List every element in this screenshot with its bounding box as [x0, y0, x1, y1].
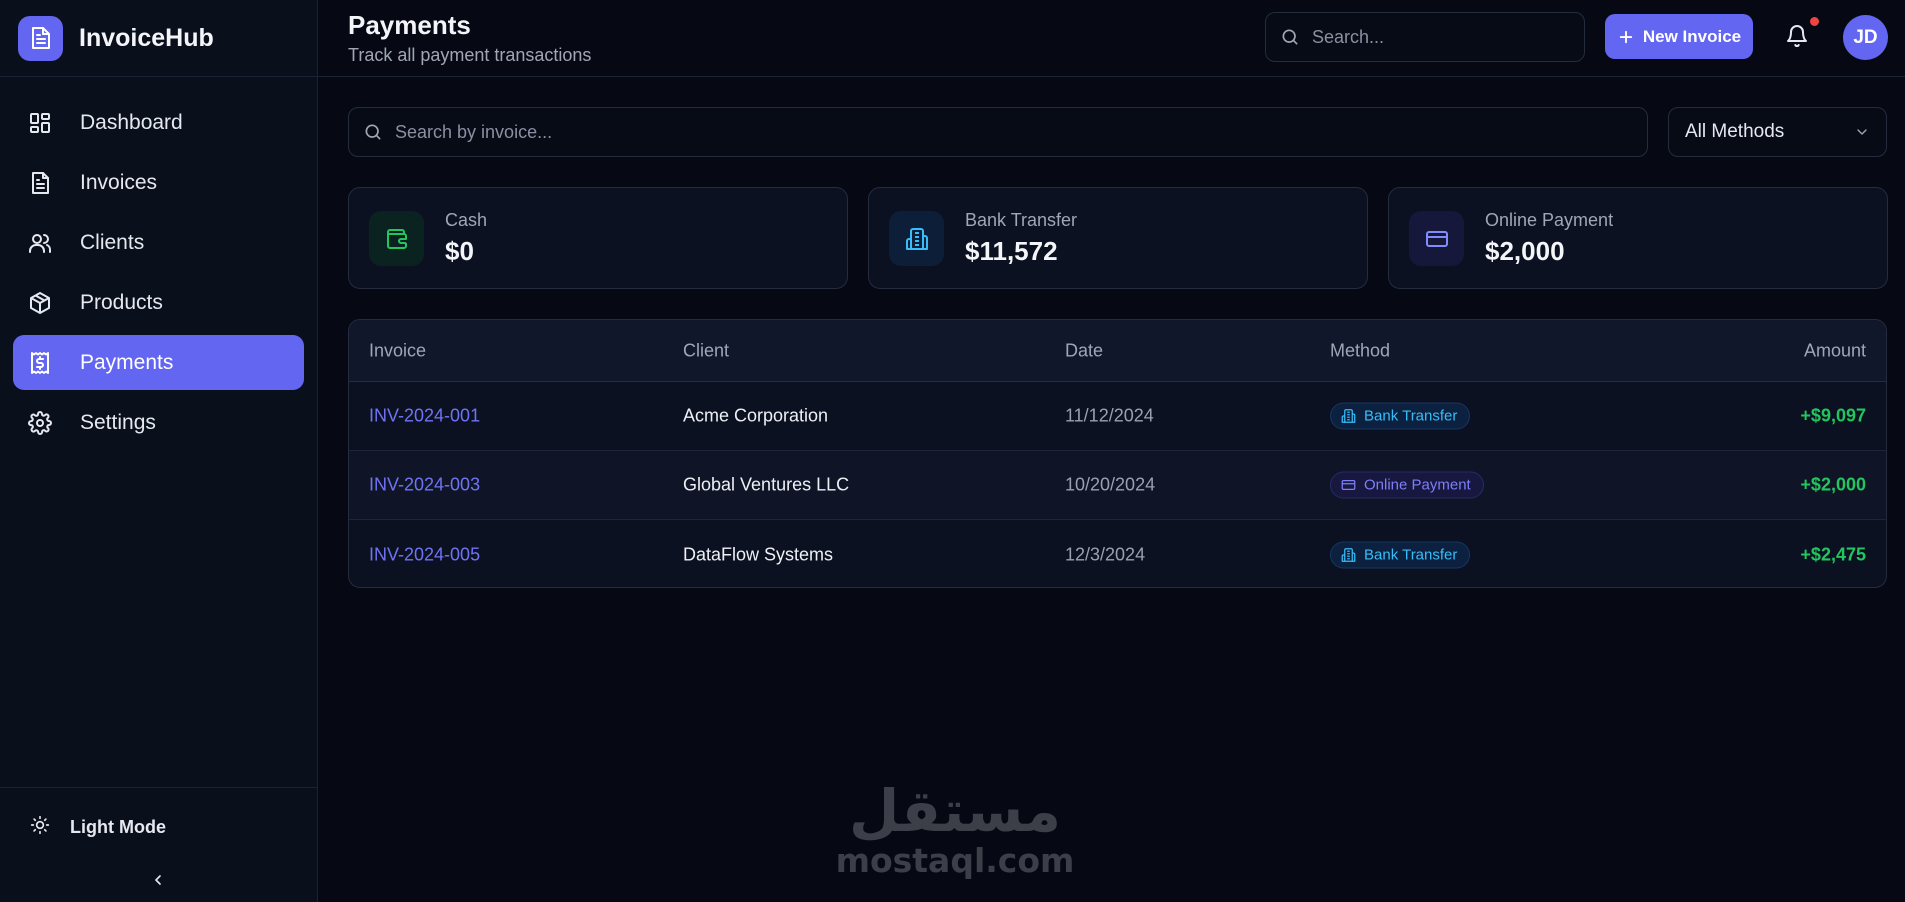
- invoice-link[interactable]: INV-2024-003: [369, 475, 480, 496]
- stat-card-cash: Cash $0: [348, 187, 848, 289]
- top-header: Payments Track all payment transactions …: [318, 0, 1905, 77]
- payment-amount: +$9,097: [1800, 405, 1866, 426]
- notifications-button[interactable]: [1785, 24, 1811, 50]
- method-badge-label: Bank Transfer: [1364, 407, 1458, 425]
- table-row[interactable]: INV-2024-005 DataFlow Systems 12/3/2024 …: [349, 520, 1886, 587]
- payment-date: 10/20/2024: [1065, 474, 1156, 495]
- sidebar-item-label: Clients: [80, 230, 145, 254]
- search-icon: [1282, 29, 1298, 45]
- sidebar-item-clients[interactable]: Clients: [13, 215, 304, 270]
- sidebar: InvoiceHub Dashboard Invoices Clients Pr…: [0, 0, 318, 902]
- column-header-client[interactable]: Client: [683, 340, 729, 361]
- watermark-latin: mostaql.com: [835, 841, 1075, 880]
- sidebar-item-label: Payments: [80, 350, 174, 374]
- sidebar-item-label: Products: [80, 290, 163, 314]
- client-name: Acme Corporation: [683, 405, 829, 426]
- table-row[interactable]: INV-2024-003 Global Ventures LLC 10/20/2…: [349, 451, 1886, 520]
- brand-name: InvoiceHub: [79, 23, 214, 52]
- stat-value: $11,572: [965, 236, 1058, 266]
- header-search: [1265, 12, 1585, 62]
- sidebar-nav: Dashboard Invoices Clients Products Paym…: [0, 95, 317, 450]
- column-header-date[interactable]: Date: [1065, 340, 1103, 361]
- sidebar-item-dashboard[interactable]: Dashboard: [13, 95, 304, 150]
- stat-value: $2,000: [1485, 236, 1565, 266]
- credit-card-icon: [1409, 211, 1464, 266]
- payments-table: Invoice Client Date Method Amount INV-20…: [348, 319, 1887, 588]
- dashboard-icon: [28, 111, 52, 135]
- brand[interactable]: InvoiceHub: [0, 0, 317, 77]
- payment-date: 12/3/2024: [1065, 544, 1146, 564]
- method-filter-value: All Methods: [1685, 121, 1785, 142]
- plus-icon: [1619, 30, 1633, 43]
- payment-amount: +$2,475: [1800, 544, 1866, 564]
- users-icon: [28, 231, 52, 255]
- method-cell: Bank Transfer: [1330, 402, 1471, 430]
- new-invoice-label: New Invoice: [1642, 26, 1742, 46]
- page-subtitle: Track all payment transactions: [348, 45, 592, 65]
- watermark-arabic: مستقل: [848, 777, 1062, 845]
- gear-icon: [28, 410, 52, 435]
- column-header-amount[interactable]: Amount: [1804, 340, 1866, 361]
- client-name: DataFlow Systems: [683, 544, 834, 564]
- stat-label: Online Payment: [1485, 210, 1614, 230]
- method-filter-select[interactable]: All Methods: [1668, 107, 1887, 157]
- invoice-logo-icon: [18, 15, 63, 61]
- app-window: InvoiceHub Dashboard Invoices Clients Pr…: [0, 0, 1905, 902]
- table-row[interactable]: INV-2024-001 Acme Corporation 11/12/2024…: [349, 382, 1886, 451]
- stat-card-online-payment: Online Payment $2,000: [1388, 187, 1888, 289]
- notification-dot: [1810, 17, 1819, 26]
- method-badge-label: Bank Transfer: [1364, 546, 1458, 563]
- sidebar-item-label: Dashboard: [80, 110, 183, 134]
- stat-value: $0: [445, 236, 474, 266]
- wallet-icon: [369, 211, 424, 266]
- payment-amount: +$2,000: [1800, 474, 1866, 495]
- sidebar-item-label: Settings: [80, 410, 156, 434]
- sidebar-item-label: Invoices: [80, 170, 158, 194]
- sidebar-item-payments[interactable]: Payments: [13, 335, 304, 390]
- column-header-method[interactable]: Method: [1330, 340, 1390, 361]
- theme-toggle-button[interactable]: Light Mode: [30, 815, 166, 840]
- stat-label: Cash: [445, 210, 488, 230]
- method-badge-label: Online Payment: [1364, 476, 1471, 494]
- method-badge: Online Payment: [1330, 471, 1484, 499]
- sidebar-item-settings[interactable]: Settings: [13, 395, 304, 450]
- stat-card-bank-transfer: Bank Transfer $11,572: [868, 187, 1368, 289]
- box-icon: [28, 291, 52, 315]
- building-icon: [1341, 547, 1356, 562]
- header-search-input[interactable]: [1312, 26, 1556, 48]
- sidebar-item-products[interactable]: Products: [13, 275, 304, 330]
- method-cell: Online Payment: [1330, 471, 1484, 499]
- avatar[interactable]: JD: [1843, 15, 1888, 60]
- table-header: Invoice Client Date Method Amount: [349, 320, 1886, 382]
- chevron-down-icon: [1857, 129, 1867, 135]
- chevron-left-icon: [155, 875, 161, 885]
- client-name: Global Ventures LLC: [683, 474, 850, 495]
- sun-icon: [30, 815, 50, 840]
- stat-label: Bank Transfer: [965, 210, 1078, 230]
- sidebar-footer: Light Mode: [0, 787, 318, 902]
- sidebar-item-invoices[interactable]: Invoices: [13, 155, 304, 210]
- bell-icon: [1787, 25, 1807, 48]
- new-invoice-button[interactable]: New Invoice: [1605, 14, 1753, 59]
- invoice-link[interactable]: INV-2024-005: [369, 544, 480, 565]
- method-cell: Bank Transfer: [1330, 541, 1471, 568]
- building-icon: [889, 211, 944, 266]
- invoice-search: [348, 107, 1648, 157]
- watermark-logo: مستقل mostaql.com: [835, 780, 1075, 890]
- method-badge: Bank Transfer: [1330, 402, 1471, 430]
- receipt-icon: [28, 351, 52, 375]
- invoice-search-input[interactable]: [395, 121, 1423, 143]
- payment-date: 11/12/2024: [1065, 405, 1154, 426]
- theme-toggle-label: Light Mode: [70, 817, 166, 837]
- column-header-invoice[interactable]: Invoice: [369, 340, 426, 361]
- invoice-link[interactable]: INV-2024-001: [369, 406, 480, 427]
- method-badge: Bank Transfer: [1330, 541, 1471, 568]
- credit-card-icon: [1341, 480, 1356, 490]
- main-content: All Methods Cash $0 Bank: [318, 78, 1905, 902]
- document-icon: [28, 171, 52, 195]
- collapse-sidebar-button[interactable]: [148, 870, 168, 890]
- search-icon: [365, 124, 381, 140]
- page-title: Payments: [348, 10, 471, 40]
- building-icon: [1341, 409, 1356, 423]
